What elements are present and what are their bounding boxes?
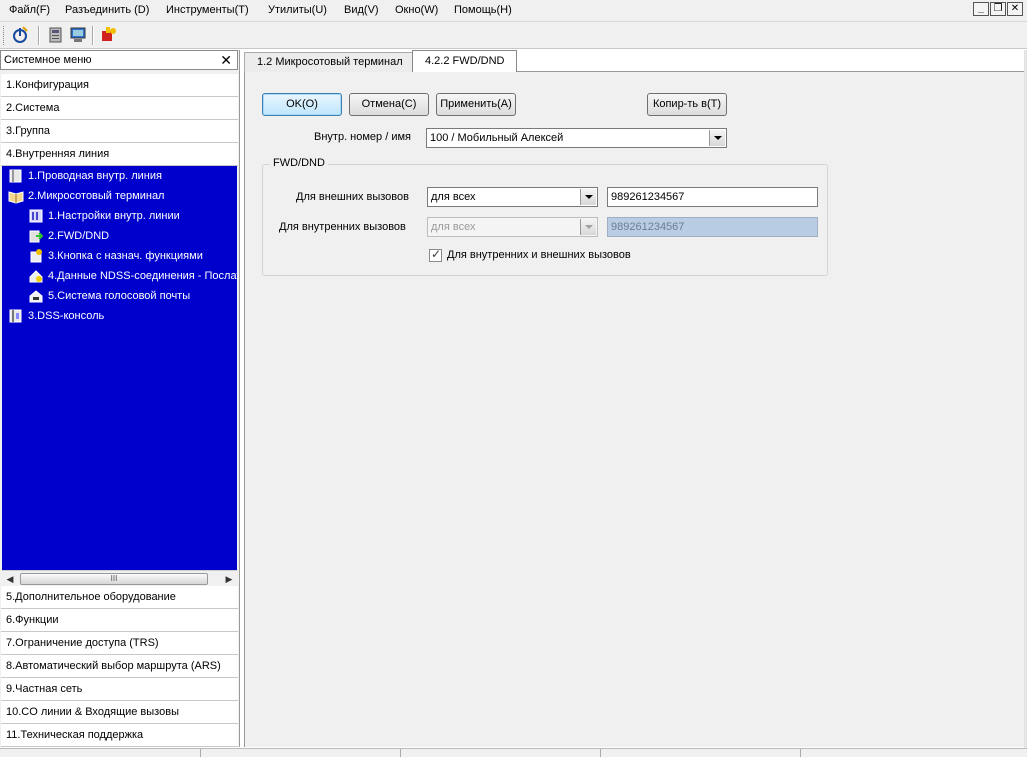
extension-select[interactable]: 100 / Мобильный Алексей (426, 128, 727, 148)
open-book-icon (8, 188, 24, 204)
category-system[interactable]: 2.Система (1, 97, 238, 120)
menu-tools[interactable]: Инструменты(T) (166, 4, 249, 16)
tree-item-wired-extension[interactable]: 1.Проводная внутр. линия (8, 167, 162, 185)
status-pane (200, 749, 201, 757)
internal-mode-value: для всех (431, 221, 476, 233)
menu-disconnect[interactable]: Разъединить (D) (65, 4, 149, 16)
toolbar-separator (92, 26, 94, 45)
system-menu-panel: Системное меню ✕ 1.Конфигурация 2.Систем… (0, 50, 240, 747)
tree-item-dss-console[interactable]: 3.DSS-консоль (8, 307, 104, 325)
category-extension[interactable]: 4.Внутренняя линия (1, 143, 238, 166)
category-private-network[interactable]: 9.Частная сеть (1, 678, 238, 701)
navigation-tree: 1.Проводная внутр. линия 2.Микросотовый … (2, 166, 237, 570)
external-mode-value: для всех (431, 191, 476, 203)
settings-icon (28, 208, 44, 224)
status-pane (800, 749, 801, 757)
category-ars[interactable]: 8.Автоматический выбор маршрута (ARS) (1, 655, 238, 678)
fwd-dnd-group: FWD/DND Для внешних вызовов для всех 989… (262, 157, 828, 276)
plugin-icon[interactable] (98, 25, 118, 45)
tree-item-extension-settings[interactable]: 1.Настройки внутр. линии (28, 207, 180, 225)
external-calls-label: Для внешних вызовов (296, 191, 409, 203)
copy-to-button[interactable]: Копир-ть в(T) (647, 93, 727, 116)
voicemail-icon (28, 288, 44, 304)
scroll-thumb[interactable]: III (20, 573, 208, 585)
panel-close-icon[interactable]: ✕ (220, 52, 232, 69)
both-calls-label: Для внутренних и внешних вызовов (447, 249, 631, 261)
category-features[interactable]: 6.Функции (1, 609, 238, 632)
external-number-input[interactable]: 989261234567 (607, 187, 818, 207)
both-calls-checkbox[interactable] (429, 247, 442, 262)
chevron-down-icon[interactable] (580, 189, 596, 205)
chevron-down-icon (580, 219, 596, 235)
connect-icon[interactable] (10, 25, 30, 45)
internal-mode-select: для всех (427, 217, 598, 237)
internal-number-input: 989261234567 (607, 217, 818, 237)
tree-item-ndss-data[interactable]: 4.Данные NDSS-соединения - Послат (28, 267, 237, 285)
tab-fwd-dnd[interactable]: 4.2.2 FWD/DND (412, 50, 518, 73)
menu-help[interactable]: Помощь(H) (454, 4, 512, 16)
phone-book-icon (8, 168, 24, 184)
function-key-icon (28, 248, 44, 264)
internal-calls-label: Для внутренних вызовов (279, 221, 406, 233)
category-trs[interactable]: 7.Ограничение доступа (TRS) (1, 632, 238, 655)
menu-view[interactable]: Вид(V) (344, 4, 379, 16)
menu-window[interactable]: Окно(W) (395, 4, 438, 16)
tab-strip: 1.2 Микросотовый терминал 4.2.2 FWD/DND (244, 50, 1024, 73)
category-optional-equipment[interactable]: 5.Дополнительное оборудование (1, 586, 238, 609)
category-configuration[interactable]: 1.Конфигурация (1, 74, 238, 97)
tree-item-voicemail[interactable]: 5.Система голосовой почты (28, 287, 190, 305)
toolbar (0, 22, 1027, 49)
status-bar (0, 748, 1027, 757)
cancel-button[interactable]: Отмена(C) (349, 93, 429, 116)
menu-utilities[interactable]: Утилиты(U) (268, 4, 327, 16)
pbx-icon[interactable] (46, 25, 66, 45)
group-title: FWD/DND (270, 157, 328, 169)
scroll-left-icon[interactable]: ◀ (3, 572, 17, 586)
ndss-icon (28, 268, 44, 284)
status-pane (400, 749, 401, 757)
tree-item-microcell-terminal[interactable]: 2.Микросотовый терминал (8, 187, 164, 205)
chevron-down-icon[interactable] (709, 130, 725, 146)
category-group[interactable]: 3.Группа (1, 120, 238, 143)
scroll-right-icon[interactable]: ▶ (222, 572, 236, 586)
category-co-lines[interactable]: 10.CO линии & Входящие вызовы (1, 701, 238, 724)
terminal-icon[interactable] (68, 25, 88, 45)
ok-button[interactable]: OK(O) (262, 93, 342, 116)
extension-select-value: 100 / Мобильный Алексей (430, 132, 564, 144)
tree-item-function-keys[interactable]: 3.Кнопка с назнач. функциями (28, 247, 203, 265)
toolbar-grip[interactable] (3, 26, 6, 45)
category-maintenance[interactable]: 11.Техническая поддержка (1, 724, 238, 747)
panel-header: Системное меню ✕ (0, 50, 238, 70)
toolbar-separator (38, 26, 40, 45)
minimize-button[interactable]: _ (973, 2, 989, 16)
dss-console-icon (8, 308, 24, 324)
restore-button[interactable]: ❐ (990, 2, 1006, 16)
external-mode-select[interactable]: для всех (427, 187, 598, 207)
close-button[interactable]: ✕ (1007, 2, 1023, 16)
forward-icon (28, 228, 44, 244)
tree-horizontal-scrollbar[interactable]: ◀ III ▶ (2, 570, 237, 586)
tree-item-fwd-dnd[interactable]: 2.FWD/DND (28, 227, 109, 245)
menu-file[interactable]: Файл(F) (9, 4, 50, 16)
panel-title: Системное меню (4, 54, 92, 66)
menu-bar: Файл(F) Разъединить (D) Инструменты(T) У… (0, 0, 1027, 22)
extension-label: Внутр. номер / имя (314, 131, 412, 143)
tab-microcell-terminal[interactable]: 1.2 Микросотовый терминал (244, 52, 416, 72)
status-pane (600, 749, 601, 757)
apply-button[interactable]: Применить(A) (436, 93, 516, 116)
fwd-dnd-form: OK(O) Отмена(C) Применить(A) Копир-ть в(… (244, 72, 1024, 747)
